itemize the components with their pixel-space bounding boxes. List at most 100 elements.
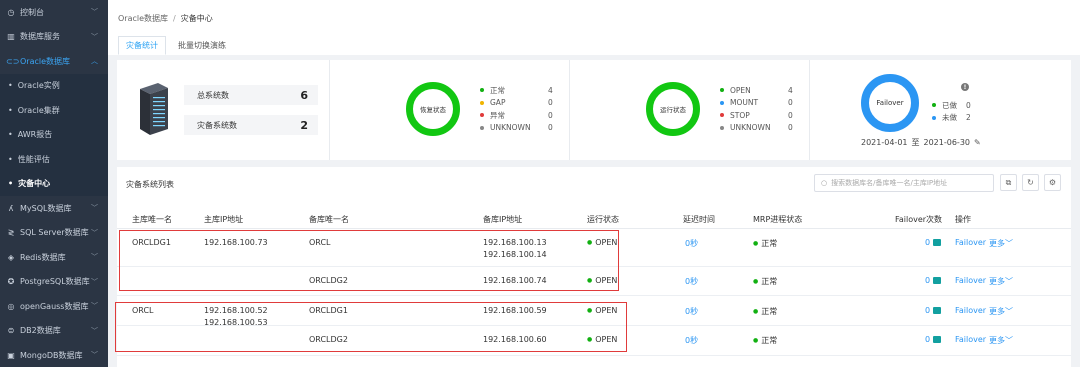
sidebar-item-sqlserver[interactable]: ≷ SQL Server数据库 ﹀: [0, 221, 108, 246]
more-menu[interactable]: 更多﹀: [989, 335, 1013, 346]
database-icon: ⊂⊃: [6, 56, 20, 66]
sidebar-item-db2[interactable]: ⊜ DB2数据库 ﹀: [0, 319, 108, 344]
sidebar-subitem-label: 性能评估: [17, 154, 50, 164]
sidebar-item-oracle[interactable]: ⊂⊃ Oracle数据库 ︿: [0, 49, 108, 74]
failover-count[interactable]: 0: [925, 238, 942, 247]
dolphin-icon: ʎ: [8, 203, 14, 213]
more-menu[interactable]: 更多﹀: [989, 238, 1013, 249]
column-header: MRP进程状态: [753, 215, 803, 224]
running-status-card: 运行状态 OPEN 4 MOUNT 0 STOP 0 UNKNOWN 0: [570, 60, 810, 160]
sidebar-item-console[interactable]: ◷ 控制台 ﹀: [0, 0, 108, 25]
failover-count[interactable]: 0: [925, 306, 942, 315]
run-status: OPEN: [587, 335, 617, 344]
sidebar-item-label: MySQL数据库: [20, 203, 72, 213]
column-header: 主库IP地址: [204, 215, 244, 224]
elephant-icon: ✪: [7, 277, 15, 287]
sidebar-item-label: 数据库服务: [20, 32, 60, 42]
dashboard-icon: ◷: [7, 7, 15, 17]
row-divider: [117, 266, 1071, 267]
system-summary: 总系统数 6 灾备系统数 2: [117, 60, 330, 160]
primary-ip: 192.168.100.73: [204, 238, 268, 247]
tab-dr-statistics[interactable]: 灾备统计: [118, 36, 166, 55]
chevron-down-icon: ﹀: [91, 351, 98, 360]
chevron-down-icon: ﹀: [1005, 307, 1013, 316]
mrp-status: 正常: [753, 335, 777, 346]
primary-ip: 192.168.100.52: [204, 306, 268, 315]
date-from: 2021-04-01: [861, 138, 908, 147]
settings-button[interactable]: ⚙: [1044, 174, 1061, 191]
dr-systems-row: 灾备系统数 2: [184, 115, 318, 135]
sidebar-subitem-label: 灾备中心: [18, 179, 51, 189]
legend-item: UNKNOWN 0: [480, 122, 553, 135]
sidebar-subitem-oracle-cluster[interactable]: • Oracle集群: [0, 98, 108, 123]
tab-batch-switchover-drill[interactable]: 批量切换演练: [170, 36, 234, 55]
chevron-down-icon: ﹀: [91, 32, 98, 41]
bar-chart-icon: ▥: [7, 32, 15, 42]
detail-icon: [933, 336, 942, 343]
dr-systems-value: 2: [300, 118, 308, 132]
more-menu[interactable]: 更多﹀: [989, 276, 1013, 287]
failover-action[interactable]: Failover: [955, 238, 986, 247]
delay-time: 0秒: [685, 336, 699, 345]
sidebar-item-label: MongoDB数据库: [20, 350, 83, 360]
mrp-status: 正常: [753, 306, 777, 317]
search-input[interactable]: ○ 搜索数据库名/备库唯一名/主库IP地址: [814, 174, 994, 192]
table-header: 主库唯一名 主库IP地址 备库唯一名 备库IP地址 运行状态 延迟时间 MRP进…: [117, 208, 1071, 229]
sidebar-item-redis[interactable]: ◈ Redis数据库 ﹀: [0, 245, 108, 270]
sidebar-item-mongodb[interactable]: ▣ MongoDB数据库 ﹀: [0, 343, 108, 367]
sidebar-subitem-performance[interactable]: • 性能评估: [0, 147, 108, 172]
refresh-button[interactable]: ↻: [1022, 174, 1039, 191]
standby-ip: 192.168.100.13: [483, 238, 547, 247]
sidebar-subitem-awr-report[interactable]: • AWR报告: [0, 122, 108, 147]
sidebar-item-postgresql[interactable]: ✪ PostgreSQL数据库 ﹀: [0, 270, 108, 295]
recovery-status-ring: 恢复状态: [406, 82, 460, 136]
sidebar-subitem-label: AWR报告: [17, 130, 53, 140]
sidebar-item-opengauss[interactable]: ◎ openGauss数据库 ﹀: [0, 294, 108, 319]
legend-item: 异常 0: [480, 109, 553, 122]
sidebar-subitem-dr-center[interactable]: • 灾备中心: [0, 171, 108, 196]
more-menu[interactable]: 更多﹀: [989, 306, 1013, 317]
export-button[interactable]: ⧉: [1000, 174, 1017, 191]
sidebar-subitem-oracle-instance[interactable]: • Oracle实例: [0, 73, 108, 98]
chevron-down-icon: ﹀: [1005, 277, 1013, 286]
recovery-legend: 正常 4 GAP 0 异常 0 UNKNOWN 0: [480, 84, 553, 134]
failover-count[interactable]: 0: [925, 335, 942, 344]
tab-bar: 灾备统计 批量切换演练: [118, 36, 1080, 55]
chevron-down-icon: ﹀: [91, 277, 98, 286]
primary-name: ORCLDG1: [132, 238, 171, 247]
date-range: 2021-04-01 至 2021-06-30 ✎: [861, 137, 981, 148]
standby-name: ORCL: [309, 238, 331, 247]
delay-time: 0秒: [685, 239, 699, 248]
column-header: 延迟时间: [683, 215, 715, 224]
failover-count[interactable]: 0: [925, 276, 942, 285]
column-header: 备库唯一名: [309, 215, 349, 224]
sidebar-item-mysql[interactable]: ʎ MySQL数据库 ﹀: [0, 196, 108, 221]
info-icon[interactable]: !: [961, 83, 969, 91]
standby-name: ORCLDG1: [309, 306, 348, 315]
detail-icon: [933, 277, 942, 284]
recovery-status-card: 恢复状态 正常 4 GAP 0 异常 0 UNKNOWN 0: [330, 60, 570, 160]
chevron-down-icon: ﹀: [91, 8, 98, 17]
delay-time: 0秒: [685, 307, 699, 316]
sidebar-item-db-service[interactable]: ▥ 数据库服务 ﹀: [0, 25, 108, 50]
column-header: 运行状态: [587, 215, 619, 224]
legend-item: 正常 4: [480, 84, 553, 97]
row-divider: [117, 355, 1071, 356]
db2-icon: ⊜: [7, 326, 15, 336]
legend-item: UNKNOWN 0: [720, 122, 793, 135]
sidebar-subitem-label: Oracle集群: [17, 105, 60, 115]
failover-action[interactable]: Failover: [955, 276, 986, 285]
highlight-box: [115, 302, 627, 352]
opengauss-icon: ◎: [7, 301, 15, 311]
failover-action[interactable]: Failover: [955, 335, 986, 344]
detail-icon: [933, 239, 942, 246]
breadcrumb-parent[interactable]: Oracle数据库: [118, 14, 168, 23]
stats-panel: 总系统数 6 灾备系统数 2 恢复状态 正常 4 GAP 0 异常 0 UNKNOWN…: [117, 60, 1071, 160]
failover-card: Failover ! 已做 0 未做 2 2021-04-01 至 2021-06-…: [810, 60, 1071, 160]
failover-action[interactable]: Failover: [955, 306, 986, 315]
run-status: OPEN: [587, 306, 617, 315]
row-divider: [117, 325, 1071, 326]
pencil-icon[interactable]: ✎: [974, 138, 981, 147]
chevron-up-icon: ︿: [91, 57, 98, 66]
legend-item: GAP 0: [480, 97, 553, 110]
